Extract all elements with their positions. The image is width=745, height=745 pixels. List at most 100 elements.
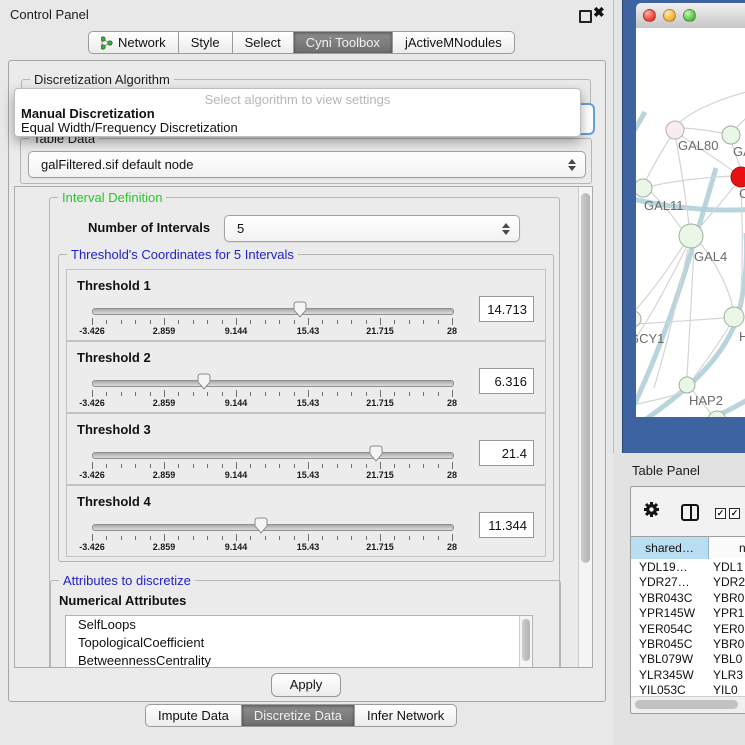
- slider-tick: [250, 464, 251, 468]
- network-edge-thick[interactable]: [636, 112, 645, 143]
- attribute-item[interactable]: TopologicalCoefficient: [66, 634, 532, 652]
- group-title: Interval Definition: [58, 190, 166, 205]
- threshold-value-field[interactable]: 6.316: [479, 368, 534, 394]
- tab-network[interactable]: Network: [88, 31, 179, 54]
- slider-thumb[interactable]: [369, 445, 383, 462]
- table-horizontal-scrollbar[interactable]: [631, 696, 745, 712]
- dropdown-item-1[interactable]: Manual Discretization: [21, 106, 155, 121]
- network-edge[interactable]: [646, 138, 670, 180]
- tab-discretize-data[interactable]: Discretize Data: [242, 704, 355, 727]
- network-edge[interactable]: [652, 176, 732, 186]
- GCY1-node[interactable]: [636, 311, 641, 327]
- numerical-attributes-list[interactable]: SelfLoopsTopologicalCoefficientBetweenne…: [65, 615, 533, 668]
- slider-tick: [250, 536, 251, 540]
- select-all-columns-icon[interactable]: ✓: [729, 508, 740, 519]
- table-row[interactable]: YDR27…YDR2: [631, 574, 745, 589]
- zoom-traffic-light-icon[interactable]: [683, 9, 696, 22]
- slider-tick: [150, 536, 151, 540]
- network-graph[interactable]: GAL80GACGAL11GAL4GCY1HHAP2: [636, 28, 745, 417]
- table-row[interactable]: YPR145WYPR1: [631, 605, 745, 620]
- network-window[interactable]: GAL80GACGAL11GAL4GCY1HHAP2: [622, 0, 745, 453]
- dropdown-item-2[interactable]: Equal Width/Frequency Discretization: [21, 120, 238, 135]
- network-edge[interactable]: [684, 128, 722, 133]
- tab-select[interactable]: Select: [233, 31, 294, 54]
- attribute-item[interactable]: BetweennessCentrality: [66, 652, 532, 668]
- slider-tick: [294, 392, 295, 396]
- slider-tick: [380, 390, 381, 397]
- scrollbar-thumb[interactable]: [635, 700, 738, 709]
- apply-button[interactable]: Apply: [271, 673, 341, 697]
- slider-tick: [279, 392, 280, 396]
- threshold-value-field[interactable]: 21.4: [479, 440, 534, 466]
- table-row[interactable]: YBR045CYBR0: [631, 636, 745, 651]
- tab-infer-network[interactable]: Infer Network: [355, 704, 457, 727]
- GAL11-node[interactable]: [636, 179, 652, 197]
- slider-track[interactable]: [92, 308, 454, 315]
- network-edge-thick[interactable]: [737, 233, 745, 319]
- float-window-icon[interactable]: [579, 10, 592, 23]
- gear-icon[interactable]: [643, 501, 660, 518]
- cell-name: YDR2: [713, 575, 745, 589]
- slider-tick: [452, 390, 453, 397]
- close-traffic-light-icon[interactable]: [643, 9, 656, 22]
- close-icon[interactable]: ✖: [593, 4, 605, 21]
- slider-tick: [236, 534, 237, 541]
- cell-shared-name: YER054C: [639, 622, 692, 636]
- network-canvas[interactable]: GAL80GACGAL11GAL4GCY1HHAP2: [636, 28, 745, 417]
- tab-label: jActiveMNodules: [405, 32, 502, 53]
- thresholds-group: Threshold's Coordinates for 5 Intervals …: [58, 254, 554, 562]
- tab-impute-data[interactable]: Impute Data: [145, 704, 242, 727]
- slider-track[interactable]: [92, 452, 454, 459]
- slider-tick: [135, 536, 136, 540]
- network-window-titlebar[interactable]: [636, 3, 745, 29]
- dropdown-placeholder-item[interactable]: Select algorithm to view settings: [15, 92, 580, 107]
- column-header-shared-name[interactable]: shared…: [631, 537, 709, 560]
- slider-thumb[interactable]: [197, 373, 211, 390]
- table-row[interactable]: YLR345WYLR3: [631, 667, 745, 682]
- threshold-value-field[interactable]: 14.713: [479, 296, 534, 322]
- network-edge[interactable]: [736, 110, 745, 128]
- slider-thumb[interactable]: [254, 517, 268, 534]
- top-right-node[interactable]: [722, 126, 740, 144]
- red-node[interactable]: [731, 167, 745, 187]
- table-row[interactable]: YIL053CYIL0: [631, 682, 745, 696]
- slider-tick: [92, 318, 93, 325]
- slider-tick: [164, 318, 165, 325]
- scrollbar-thumb[interactable]: [581, 193, 590, 563]
- table-row[interactable]: YBL079WYBL0: [631, 651, 745, 666]
- slider-tick: [351, 464, 352, 468]
- slider-tick: [135, 464, 136, 468]
- tab-cyni-toolbox[interactable]: Cyni Toolbox: [294, 31, 393, 54]
- slider-tick: [193, 392, 194, 396]
- node-label-hap2: HAP2: [689, 393, 723, 408]
- GAL80-node[interactable]: [666, 121, 684, 139]
- table-row[interactable]: YBR043CYBR0: [631, 590, 745, 605]
- column-header-name[interactable]: n: [709, 537, 745, 560]
- network-edge[interactable]: [693, 325, 730, 379]
- list-scrollbar[interactable]: [519, 616, 532, 668]
- table-row[interactable]: YER054CYER0: [631, 621, 745, 636]
- right-node[interactable]: [724, 307, 744, 327]
- tab-style[interactable]: Style: [179, 31, 233, 54]
- threshold-label: Threshold 2: [77, 350, 151, 365]
- slider-tick: [452, 534, 453, 541]
- number-of-intervals-combobox[interactable]: 5: [224, 215, 520, 242]
- HAP2-node[interactable]: [679, 377, 695, 393]
- threshold-label: Threshold 3: [77, 422, 151, 437]
- slider-track[interactable]: [92, 524, 454, 531]
- slider-track[interactable]: [92, 380, 454, 387]
- GAL4-node[interactable]: [679, 224, 703, 248]
- attribute-item[interactable]: SelfLoops: [66, 616, 532, 634]
- split-table-icon[interactable]: [681, 504, 699, 521]
- algorithm-dropdown-popup: Select algorithm to view settings Manual…: [14, 88, 581, 137]
- slider-thumb[interactable]: [293, 301, 307, 318]
- network-edge[interactable]: [638, 318, 725, 324]
- threshold-value-field[interactable]: 11.344: [479, 512, 534, 538]
- minimize-traffic-light-icon[interactable]: [663, 9, 676, 22]
- network-edge[interactable]: [680, 90, 745, 122]
- table-data-combobox[interactable]: galFiltered.sif default node: [28, 151, 586, 178]
- tab-jactivemnodules[interactable]: jActiveMNodules: [393, 31, 515, 54]
- table-row[interactable]: YDL19…YDL1: [631, 559, 745, 574]
- select-columns-icon[interactable]: ✓: [715, 508, 726, 519]
- settings-scrollbar[interactable]: [578, 187, 592, 667]
